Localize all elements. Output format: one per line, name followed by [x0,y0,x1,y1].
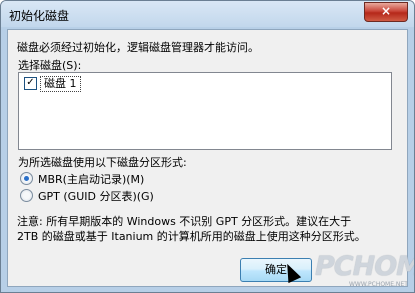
mbr-option-label[interactable]: MBR(主启动记录)(M) [38,171,144,187]
disk-list[interactable]: ✓ 磁盘 1 [18,72,392,150]
note-line-1: 注意: 所有早期版本的 Windows 不识别 GPT 分区形式。建议在大于 [17,215,352,228]
dialog-body: 磁盘必须经过初始化，逻辑磁盘管理器才能访问。 选择磁盘(S): ✓ 磁盘 1 为… [7,29,408,287]
dialog-title: 初始化磁盘 [9,9,70,23]
gpt-option-label[interactable]: GPT (GUID 分区表)(G) [38,188,154,204]
pchome-watermark: PCHOME WWW.PCHOME.NET [315,251,414,289]
list-item[interactable]: ✓ 磁盘 1 [22,76,388,92]
close-icon: × [380,4,392,18]
watermark-brand: PCHOME [315,251,414,282]
mbr-radio[interactable] [20,172,33,185]
watermark-url: WWW.PCHOME.NET [349,281,408,288]
partition-style-label: 为所选磁盘使用以下磁盘分区形式: [18,156,187,169]
dialog-window: 初始化磁盘 × 磁盘必须经过初始化，逻辑磁盘管理器才能访问。 选择磁盘(S): … [0,0,415,293]
disk-label: 磁盘 1 [40,76,81,92]
close-button[interactable]: × [364,2,408,22]
disk-checkbox[interactable]: ✓ [24,77,37,90]
ok-button[interactable]: 确定 [240,258,312,282]
note-line-2: 2TB 的磁盘或基于 Itanium 的计算机所用的磁盘上使用这种分区形式。 [17,230,366,243]
title-bar[interactable]: 初始化磁盘 × [1,1,414,27]
select-disk-label: 选择磁盘(S): [18,59,82,72]
gpt-radio[interactable] [20,189,33,202]
intro-text: 磁盘必须经过初始化，逻辑磁盘管理器才能访问。 [17,41,259,54]
